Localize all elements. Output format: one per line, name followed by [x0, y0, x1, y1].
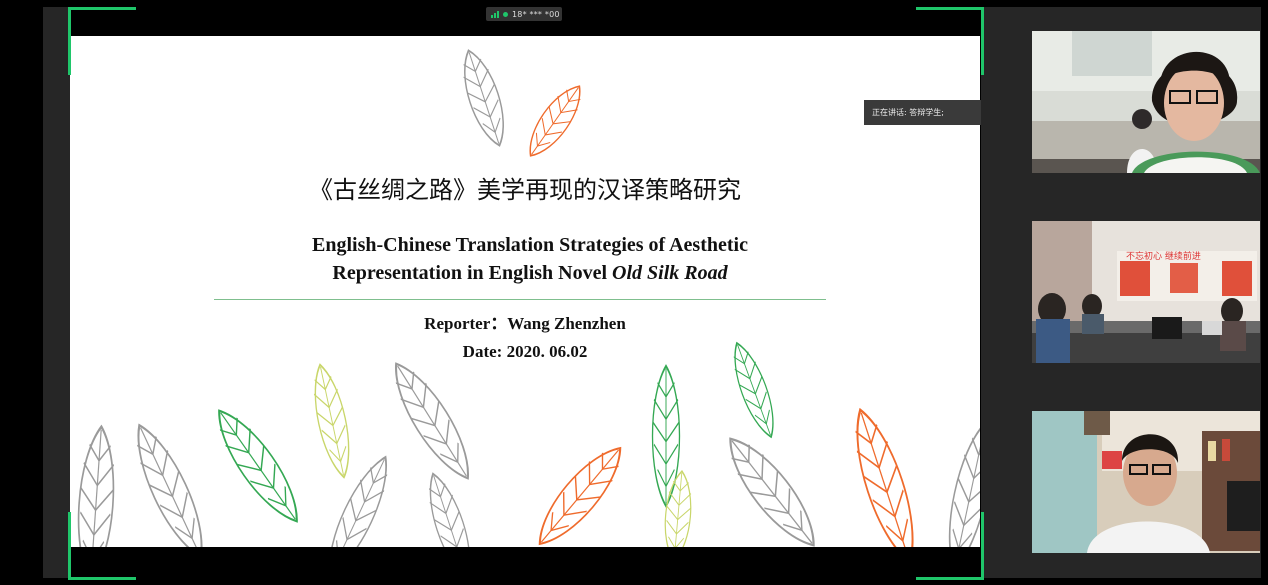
speaking-indicator: 正在讲话: 答辩学生;: [864, 100, 981, 125]
share-frame-corner-top-right: [916, 7, 984, 75]
leaf-yellow-1: [305, 360, 359, 482]
network-status-pill[interactable]: 18* *** *00: [486, 7, 562, 21]
leaf-gray-2: [122, 416, 218, 547]
date-line: Date: 2020. 06.02: [462, 342, 588, 361]
slide-title-english-line2-text: Representation in English Novel: [332, 262, 613, 284]
slide-divider: [214, 299, 826, 300]
leaf-green-1: [204, 399, 312, 533]
reporter-line: Reporter：Wang Zhenzhen: [424, 314, 626, 333]
participant-video-1[interactable]: [1032, 31, 1260, 173]
connected-dot-icon: [503, 11, 508, 17]
signal-icon: [491, 10, 499, 18]
leaf-orange-1: [525, 436, 635, 547]
leaf-orange-top: [518, 77, 592, 165]
leaf-gray-top: [453, 44, 515, 152]
leaf-orange-2: [841, 402, 929, 547]
leaf-gray-6: [714, 426, 830, 547]
leaf-gray-4: [315, 449, 401, 547]
slide-title-english-line2: Representation in English Novel Old Silk…: [240, 259, 820, 287]
leaf-decoration: [72, 44, 980, 547]
slide-title-chinese: 《古丝绸之路》美学再现的汉译策略研究: [309, 176, 741, 204]
participant-video-1-frame: [1032, 31, 1260, 173]
slide-title-english-line1: English-Chinese Translation Strategies o…: [312, 234, 748, 256]
leaf-gray-5: [418, 468, 482, 547]
participant-video-3-frame: [1032, 411, 1260, 553]
leaf-yellow-2: [660, 469, 696, 547]
slide-title-english: English-Chinese Translation Strategies o…: [240, 231, 820, 287]
novel-title: Old Silk Road: [612, 262, 728, 284]
meeting-id: 18* *** *00: [512, 9, 560, 19]
share-frame-corner-bottom-right: [916, 512, 984, 580]
speaking-indicator-label: 正在讲话: 答辩学生;: [872, 108, 944, 117]
presentation-slide: 《古丝绸之路》美学再现的汉译策略研究 English-Chinese Trans…: [70, 36, 980, 547]
leaf-gray-3: [380, 353, 484, 489]
participant-video-2-frame: 不忘初心 继续前进: [1032, 221, 1260, 363]
share-frame-corner-bottom-left: [68, 512, 136, 580]
share-frame-corner-top-left: [68, 7, 136, 75]
participant-video-2[interactable]: 不忘初心 继续前进: [1032, 221, 1260, 363]
participant-video-3[interactable]: [1032, 411, 1260, 553]
wall-banner: 不忘初心 继续前进: [1126, 250, 1201, 262]
